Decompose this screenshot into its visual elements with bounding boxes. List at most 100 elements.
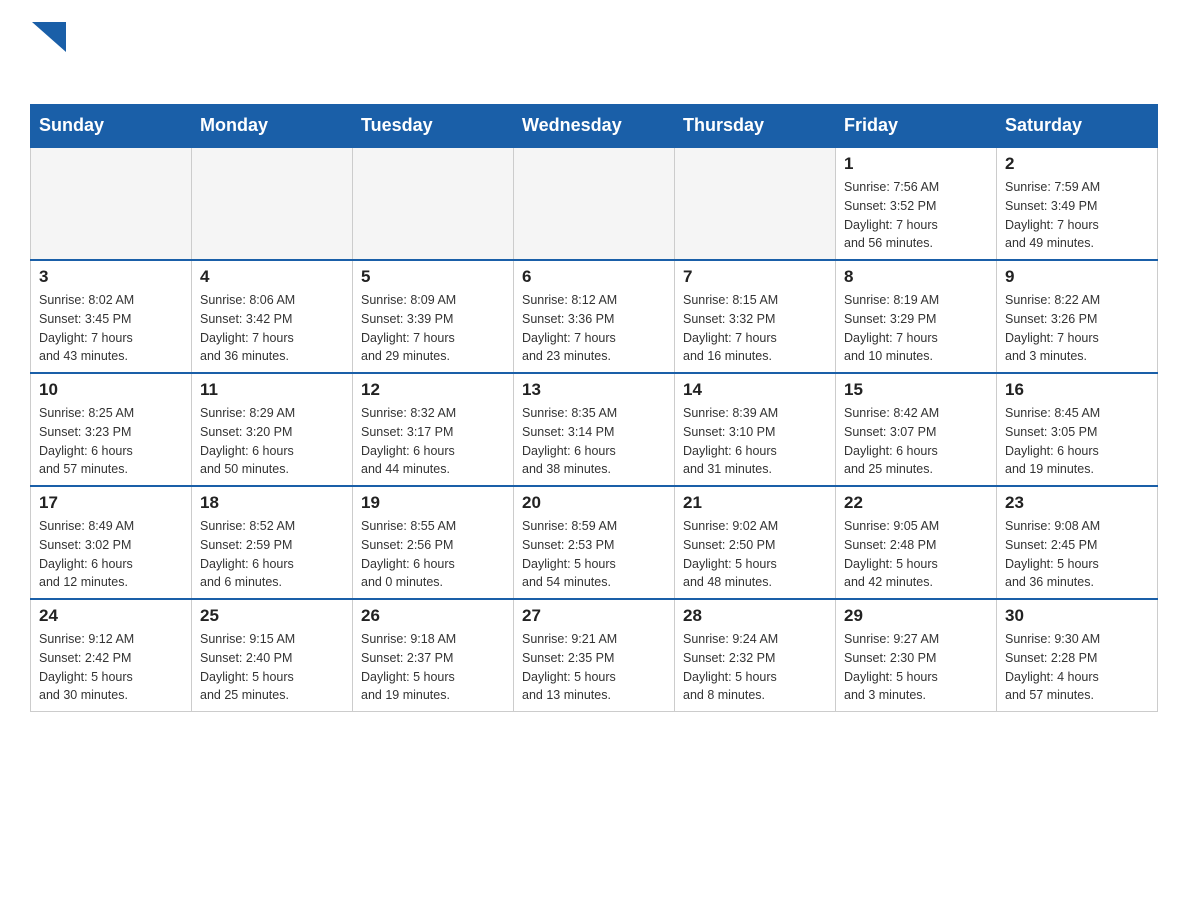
day-info: Sunrise: 9:08 AMSunset: 2:45 PMDaylight:… [1005, 517, 1149, 592]
day-number: 19 [361, 493, 505, 513]
calendar-cell: 21 Sunrise: 9:02 AMSunset: 2:50 PMDayligh… [675, 486, 836, 599]
calendar-cell: 7 Sunrise: 8:15 AMSunset: 3:32 PMDaylight… [675, 260, 836, 373]
calendar-cell: 24 Sunrise: 9:12 AMSunset: 2:42 PMDayligh… [31, 599, 192, 712]
calendar-week-row: 3 Sunrise: 8:02 AMSunset: 3:45 PMDaylight… [31, 260, 1158, 373]
day-info: Sunrise: 8:25 AMSunset: 3:23 PMDaylight:… [39, 404, 183, 479]
day-number: 24 [39, 606, 183, 626]
day-info: Sunrise: 8:19 AMSunset: 3:29 PMDaylight:… [844, 291, 988, 366]
day-of-week-header: Sunday [31, 105, 192, 148]
day-of-week-header: Monday [192, 105, 353, 148]
day-info: Sunrise: 9:18 AMSunset: 2:37 PMDaylight:… [361, 630, 505, 705]
calendar-week-row: 24 Sunrise: 9:12 AMSunset: 2:42 PMDayligh… [31, 599, 1158, 712]
calendar-cell: 14 Sunrise: 8:39 AMSunset: 3:10 PMDayligh… [675, 373, 836, 486]
day-number: 15 [844, 380, 988, 400]
day-number: 26 [361, 606, 505, 626]
calendar-header-row: SundayMondayTuesdayWednesdayThursdayFrid… [31, 105, 1158, 148]
day-number: 16 [1005, 380, 1149, 400]
day-info: Sunrise: 8:32 AMSunset: 3:17 PMDaylight:… [361, 404, 505, 479]
day-info: Sunrise: 8:39 AMSunset: 3:10 PMDaylight:… [683, 404, 827, 479]
calendar-cell: 11Sunrise: 8:29 AMSunset: 3:20 PMDayligh… [192, 373, 353, 486]
calendar-cell: 19Sunrise: 8:55 AMSunset: 2:56 PMDayligh… [353, 486, 514, 599]
calendar-cell: 15 Sunrise: 8:42 AMSunset: 3:07 PMDayligh… [836, 373, 997, 486]
calendar-cell: 2 Sunrise: 7:59 AMSunset: 3:49 PMDaylight… [997, 147, 1158, 260]
day-of-week-header: Saturday [997, 105, 1158, 148]
calendar-cell: 22 Sunrise: 9:05 AMSunset: 2:48 PMDayligh… [836, 486, 997, 599]
day-number: 9 [1005, 267, 1149, 287]
day-info: Sunrise: 9:12 AMSunset: 2:42 PMDaylight:… [39, 630, 183, 705]
calendar-cell [31, 147, 192, 260]
calendar-cell: 17Sunrise: 8:49 AMSunset: 3:02 PMDayligh… [31, 486, 192, 599]
day-number: 20 [522, 493, 666, 513]
day-number: 10 [39, 380, 183, 400]
day-info: Sunrise: 9:27 AMSunset: 2:30 PMDaylight:… [844, 630, 988, 705]
day-info: Sunrise: 8:52 AMSunset: 2:59 PMDaylight:… [200, 517, 344, 592]
day-info: Sunrise: 8:45 AMSunset: 3:05 PMDaylight:… [1005, 404, 1149, 479]
day-number: 17 [39, 493, 183, 513]
calendar-cell: 4 Sunrise: 8:06 AMSunset: 3:42 PMDaylight… [192, 260, 353, 373]
day-of-week-header: Tuesday [353, 105, 514, 148]
day-number: 25 [200, 606, 344, 626]
day-number: 12 [361, 380, 505, 400]
calendar-week-row: 17Sunrise: 8:49 AMSunset: 3:02 PMDayligh… [31, 486, 1158, 599]
day-number: 8 [844, 267, 988, 287]
day-info: Sunrise: 8:35 AMSunset: 3:14 PMDaylight:… [522, 404, 666, 479]
day-info: Sunrise: 8:42 AMSunset: 3:07 PMDaylight:… [844, 404, 988, 479]
day-info: Sunrise: 9:02 AMSunset: 2:50 PMDaylight:… [683, 517, 827, 592]
calendar-cell: 3 Sunrise: 8:02 AMSunset: 3:45 PMDaylight… [31, 260, 192, 373]
day-number: 30 [1005, 606, 1149, 626]
logo-triangle-icon [32, 22, 66, 52]
calendar-cell: 13 Sunrise: 8:35 AMSunset: 3:14 PMDayligh… [514, 373, 675, 486]
calendar-week-row: 10 Sunrise: 8:25 AMSunset: 3:23 PMDayligh… [31, 373, 1158, 486]
calendar-week-row: 1 Sunrise: 7:56 AMSunset: 3:52 PMDaylight… [31, 147, 1158, 260]
calendar-cell: 26 Sunrise: 9:18 AMSunset: 2:37 PMDayligh… [353, 599, 514, 712]
calendar-cell [675, 147, 836, 260]
day-info: Sunrise: 8:06 AMSunset: 3:42 PMDaylight:… [200, 291, 344, 366]
day-info: Sunrise: 9:21 AMSunset: 2:35 PMDaylight:… [522, 630, 666, 705]
day-number: 13 [522, 380, 666, 400]
day-info: Sunrise: 7:56 AMSunset: 3:52 PMDaylight:… [844, 178, 988, 253]
day-info: Sunrise: 9:24 AMSunset: 2:32 PMDaylight:… [683, 630, 827, 705]
day-number: 21 [683, 493, 827, 513]
calendar-table: SundayMondayTuesdayWednesdayThursdayFrid… [30, 104, 1158, 712]
day-info: Sunrise: 8:59 AMSunset: 2:53 PMDaylight:… [522, 517, 666, 592]
calendar-cell [514, 147, 675, 260]
calendar-cell: 10 Sunrise: 8:25 AMSunset: 3:23 PMDayligh… [31, 373, 192, 486]
day-number: 2 [1005, 154, 1149, 174]
calendar-cell [353, 147, 514, 260]
day-info: Sunrise: 8:15 AMSunset: 3:32 PMDaylight:… [683, 291, 827, 366]
calendar-cell [192, 147, 353, 260]
page-header [30, 20, 1158, 86]
day-of-week-header: Thursday [675, 105, 836, 148]
calendar-cell: 18 Sunrise: 8:52 AMSunset: 2:59 PMDayligh… [192, 486, 353, 599]
day-number: 14 [683, 380, 827, 400]
calendar-cell: 20 Sunrise: 8:59 AMSunset: 2:53 PMDayligh… [514, 486, 675, 599]
day-number: 4 [200, 267, 344, 287]
day-info: Sunrise: 8:09 AMSunset: 3:39 PMDaylight:… [361, 291, 505, 366]
calendar-cell: 12 Sunrise: 8:32 AMSunset: 3:17 PMDayligh… [353, 373, 514, 486]
calendar-cell: 6Sunrise: 8:12 AMSunset: 3:36 PMDaylight… [514, 260, 675, 373]
day-number: 22 [844, 493, 988, 513]
calendar-cell: 29Sunrise: 9:27 AMSunset: 2:30 PMDayligh… [836, 599, 997, 712]
calendar-cell: 9 Sunrise: 8:22 AMSunset: 3:26 PMDaylight… [997, 260, 1158, 373]
day-info: Sunrise: 8:02 AMSunset: 3:45 PMDaylight:… [39, 291, 183, 366]
calendar-cell: 23 Sunrise: 9:08 AMSunset: 2:45 PMDayligh… [997, 486, 1158, 599]
calendar-cell: 27 Sunrise: 9:21 AMSunset: 2:35 PMDayligh… [514, 599, 675, 712]
day-number: 27 [522, 606, 666, 626]
calendar-cell: 8 Sunrise: 8:19 AMSunset: 3:29 PMDaylight… [836, 260, 997, 373]
day-info: Sunrise: 8:12 AMSunset: 3:36 PMDaylight:… [522, 291, 666, 366]
day-number: 18 [200, 493, 344, 513]
day-number: 7 [683, 267, 827, 287]
day-info: Sunrise: 8:22 AMSunset: 3:26 PMDaylight:… [1005, 291, 1149, 366]
day-number: 23 [1005, 493, 1149, 513]
day-number: 28 [683, 606, 827, 626]
day-of-week-header: Friday [836, 105, 997, 148]
day-number: 3 [39, 267, 183, 287]
day-info: Sunrise: 8:29 AMSunset: 3:20 PMDaylight:… [200, 404, 344, 479]
calendar-cell: 1 Sunrise: 7:56 AMSunset: 3:52 PMDaylight… [836, 147, 997, 260]
day-info: Sunrise: 7:59 AMSunset: 3:49 PMDaylight:… [1005, 178, 1149, 253]
calendar-cell: 28 Sunrise: 9:24 AMSunset: 2:32 PMDayligh… [675, 599, 836, 712]
day-info: Sunrise: 9:05 AMSunset: 2:48 PMDaylight:… [844, 517, 988, 592]
logo [30, 20, 66, 86]
day-number: 1 [844, 154, 988, 174]
calendar-cell: 16 Sunrise: 8:45 AMSunset: 3:05 PMDayligh… [997, 373, 1158, 486]
